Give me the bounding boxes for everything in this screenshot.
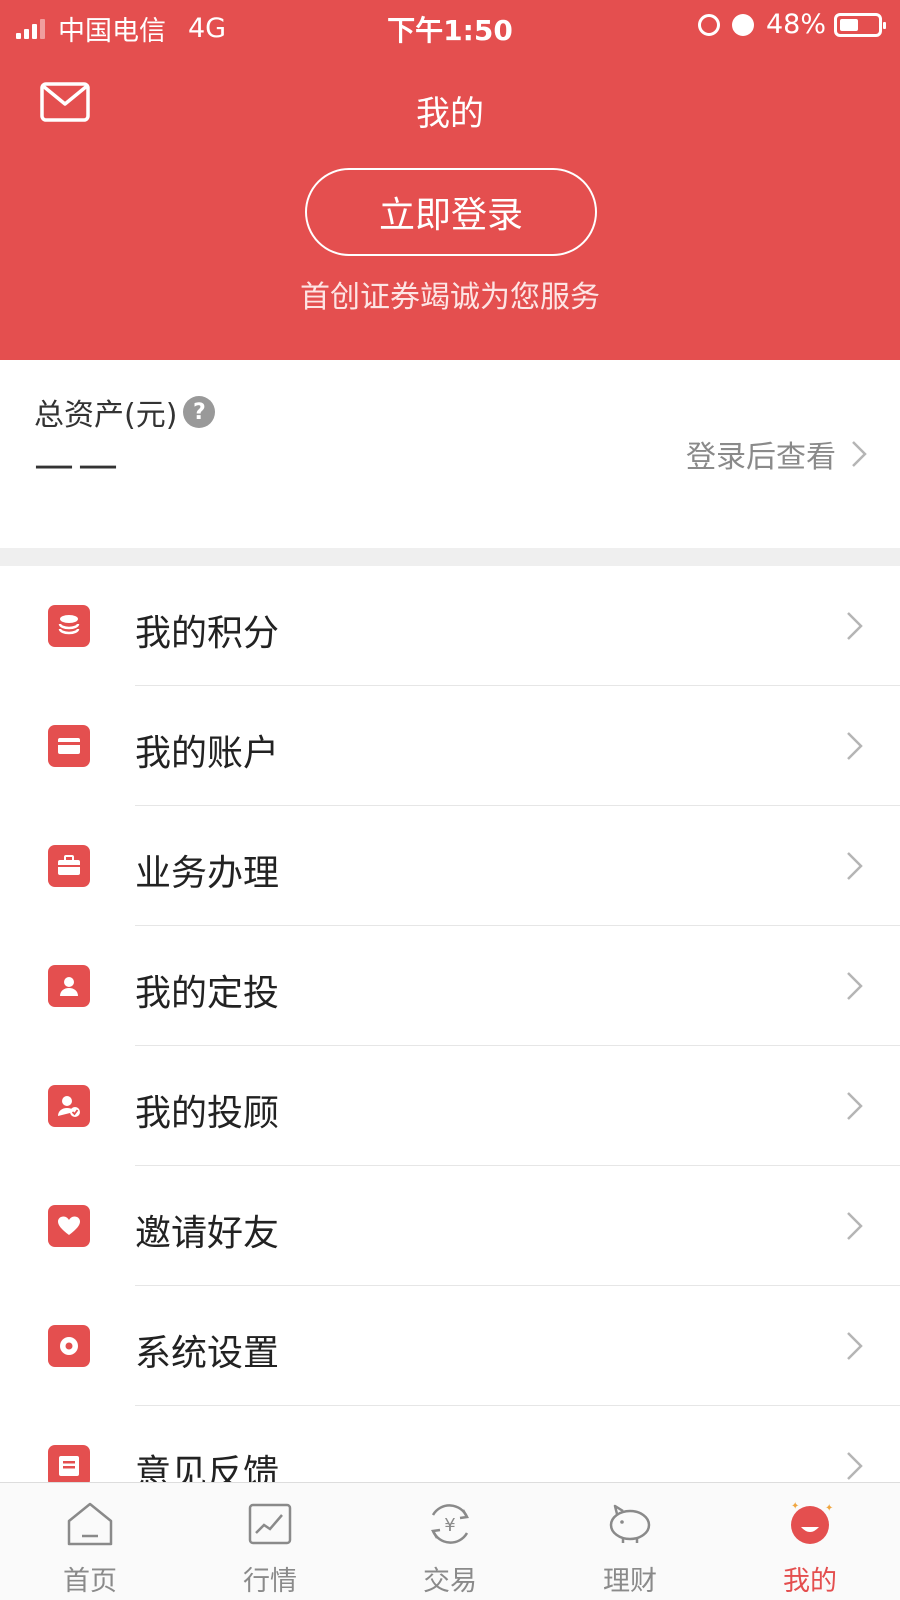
- tab-label: 交易: [423, 1566, 477, 1597]
- total-assets-text: 总资产(元): [34, 398, 178, 433]
- battery-percent: 48%: [765, 9, 826, 40]
- total-assets-value: ——: [34, 442, 122, 488]
- alarm-icon: [731, 13, 754, 36]
- chevron-right-icon: [847, 1452, 863, 1480]
- view-after-login-link[interactable]: 登录后查看: [686, 432, 868, 476]
- menu-item-label: 我的定投: [135, 973, 280, 1014]
- menu-item-settings[interactable]: 系统设置: [0, 1286, 900, 1406]
- view-after-login-text: 登录后查看: [686, 440, 836, 475]
- profile-icon: ✦ ✦: [791, 1501, 833, 1544]
- person-icon: [48, 965, 90, 1007]
- header: 中国电信 4G 下午1:50 48% 我的 立即登录 首创证券竭诚为您服务: [0, 0, 900, 360]
- menu-item-business[interactable]: 业务办理: [0, 806, 900, 926]
- menu-item-fixed-investment[interactable]: 我的定投: [0, 926, 900, 1046]
- briefcase-icon: [48, 845, 90, 887]
- card-icon: [48, 725, 90, 767]
- menu-item-points[interactable]: 我的积分: [0, 566, 900, 686]
- yen-icon: ¥: [431, 1504, 469, 1544]
- menu-list: 我的积分 我的账户 业务办理 我的定投 我的投顾 邀请好友 系统设置 意见反馈: [0, 566, 900, 1526]
- chevron-right-icon: [847, 732, 863, 760]
- battery-icon: [834, 12, 886, 37]
- menu-item-label: 我的账户: [135, 733, 280, 774]
- menu-item-label: 我的投顾: [135, 1093, 280, 1134]
- tab-label: 我的: [783, 1566, 837, 1597]
- status-right: 48%: [697, 9, 886, 40]
- menu-item-label: 业务办理: [135, 853, 280, 894]
- chevron-right-icon: [847, 1092, 863, 1120]
- advisor-icon: [48, 1085, 90, 1127]
- settings-icon: [48, 1325, 90, 1367]
- menu-item-label: 邀请好友: [135, 1213, 280, 1254]
- heart-icon: [48, 1205, 90, 1247]
- coins-icon: [48, 605, 90, 647]
- total-assets-section: 总资产(元) ? —— 登录后查看: [0, 360, 900, 548]
- tab-wealth[interactable]: 理财: [540, 1483, 720, 1600]
- home-icon: [67, 1502, 113, 1546]
- tab-bar: 首页 行情 ¥ 交易 理财 ✦ ✦ 我的: [0, 1482, 900, 1600]
- tab-trade[interactable]: ¥ 交易: [360, 1483, 540, 1600]
- chevron-right-icon: [847, 972, 863, 1000]
- tab-home[interactable]: 首页: [0, 1483, 180, 1600]
- piggy-bank-icon: [609, 1504, 651, 1543]
- total-assets-label: 总资产(元) ?: [34, 390, 216, 434]
- tab-market[interactable]: 行情: [180, 1483, 360, 1600]
- chevron-right-icon: [852, 441, 867, 467]
- tab-mine[interactable]: ✦ ✦ 我的: [720, 1483, 900, 1600]
- slogan: 首创证券竭诚为您服务: [300, 280, 600, 315]
- rotation-lock-icon: [697, 13, 720, 36]
- menu-item-label: 我的积分: [135, 613, 280, 654]
- menu-item-label: 系统设置: [135, 1333, 280, 1374]
- status-bar: 中国电信 4G 下午1:50 48%: [0, 0, 900, 50]
- chevron-right-icon: [847, 612, 863, 640]
- svg-text:¥: ¥: [444, 1515, 455, 1536]
- tab-label: 首页: [63, 1566, 117, 1597]
- menu-item-account[interactable]: 我的账户: [0, 686, 900, 806]
- feedback-icon: [48, 1445, 90, 1487]
- help-icon[interactable]: ?: [183, 396, 216, 428]
- chevron-right-icon: [847, 1332, 863, 1360]
- chevron-right-icon: [847, 852, 863, 880]
- section-divider: [0, 548, 900, 566]
- menu-item-advisor[interactable]: 我的投顾: [0, 1046, 900, 1166]
- tab-label: 理财: [603, 1566, 657, 1597]
- tab-label: 行情: [243, 1566, 297, 1597]
- svg-text:✦: ✦: [825, 1503, 833, 1514]
- chart-icon: [248, 1503, 292, 1545]
- login-button[interactable]: 立即登录: [305, 168, 597, 256]
- page-title: 我的: [416, 94, 484, 134]
- chevron-right-icon: [847, 1212, 863, 1240]
- svg-text:✦: ✦: [791, 1501, 799, 1512]
- menu-item-invite[interactable]: 邀请好友: [0, 1166, 900, 1286]
